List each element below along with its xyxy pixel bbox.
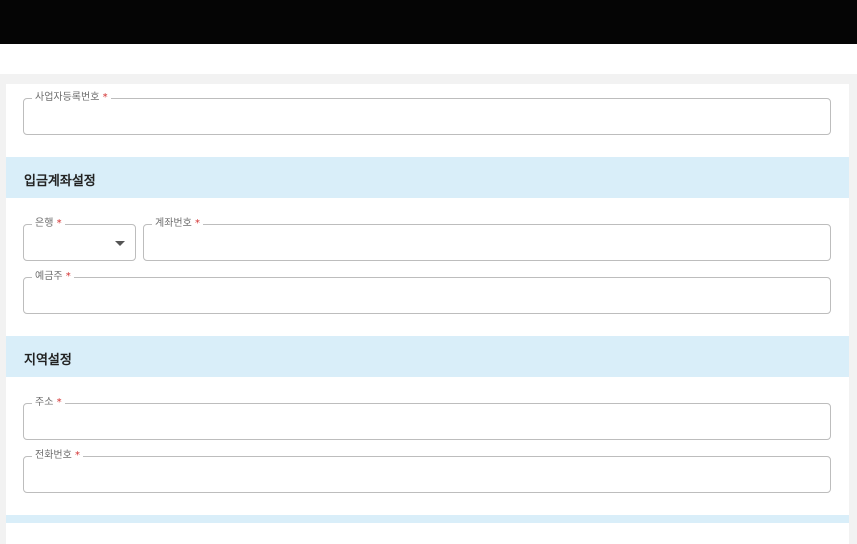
required-marker: * [65, 271, 71, 282]
bank-label: 은행 * [32, 217, 65, 231]
section-header-deposit-account: 입금계좌설정 [6, 157, 849, 198]
required-marker: * [75, 450, 80, 461]
phone-input[interactable] [34, 465, 820, 485]
address-field[interactable]: 주소 * [23, 396, 831, 440]
business-number-label: 사업자등록번호 * [32, 91, 111, 105]
required-marker: * [102, 92, 108, 103]
section-header-region: 지역설정 [6, 336, 849, 377]
section-title-deposit-account: 입금계좌설정 [24, 174, 96, 189]
phone-field[interactable]: 전화번호 * [23, 449, 831, 493]
top-app-bar [0, 0, 857, 44]
section-title-region: 지역설정 [24, 353, 72, 368]
bank-select[interactable]: 은행 * [23, 217, 136, 261]
required-marker: * [56, 218, 62, 229]
required-marker: * [56, 397, 62, 408]
account-holder-field[interactable]: 예금주 * [23, 270, 831, 314]
section-header-next [6, 515, 849, 523]
required-marker: * [195, 218, 200, 229]
address-label: 주소 * [32, 396, 65, 410]
address-input[interactable] [34, 412, 820, 432]
account-number-label: 계좌번호 * [152, 217, 203, 231]
account-number-input[interactable] [154, 233, 820, 253]
account-number-field[interactable]: 계좌번호 * [143, 217, 831, 261]
business-number-field[interactable]: 사업자등록번호 * [23, 91, 831, 135]
phone-label: 전화번호 * [32, 449, 83, 463]
business-number-input[interactable] [34, 107, 820, 127]
chevron-down-icon[interactable] [115, 241, 125, 246]
sub-header-bar [0, 44, 857, 74]
account-holder-input[interactable] [34, 286, 820, 306]
account-holder-label: 예금주 * [32, 270, 74, 284]
